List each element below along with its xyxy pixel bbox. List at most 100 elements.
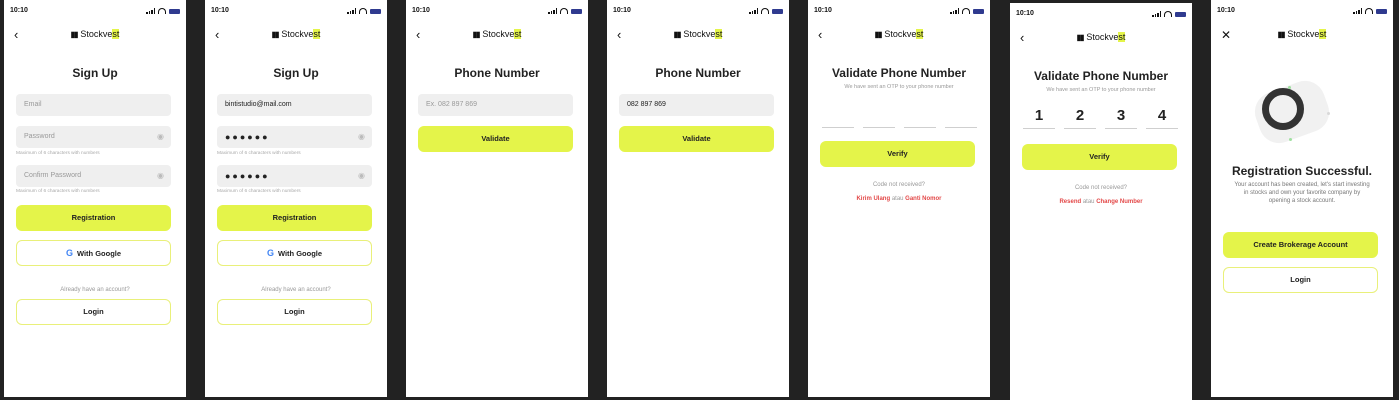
brand-logo: ▮▮ Stockvest (271, 29, 321, 39)
otp-input-3[interactable] (904, 127, 936, 128)
wifi-icon (560, 8, 568, 14)
password-field[interactable]: ●●●●●● ◉ (217, 126, 372, 148)
page-subtitle: We have sent an OTP to your phone number (844, 84, 954, 90)
logo-icon: ▮▮ (673, 30, 682, 39)
page-title: Sign Up (72, 66, 118, 80)
wifi-icon (962, 8, 970, 14)
battery-icon (169, 8, 180, 14)
brand-logo: ▮▮ Stockvest (673, 29, 723, 39)
password-field[interactable]: Password ◉ (16, 126, 171, 148)
signal-icon (347, 8, 356, 14)
screen-otp-empty: 10:10 ‹ ▮▮ Stockvest Validate Phone Numbe… (808, 0, 990, 397)
status-bar: 10:10 (412, 5, 582, 17)
otp-input-4[interactable]: 4 (1146, 107, 1178, 129)
brand-logo: ▮▮ Stockvest (1277, 29, 1327, 39)
validate-button[interactable]: Validate (619, 126, 774, 152)
screens-canvas: 10:10 ‹ ▮▮ Stockvest Sign Up Email Passwo… (0, 0, 1399, 400)
battery-icon (571, 8, 582, 14)
phone-field[interactable]: Ex. 082 897 869 (418, 94, 573, 116)
signal-icon (950, 8, 959, 14)
success-description: Your account has been created, let's sta… (1234, 182, 1370, 204)
logo-icon: ▮▮ (1076, 33, 1085, 42)
login-button[interactable]: Login (16, 299, 171, 325)
page-title: Phone Number (454, 66, 540, 80)
wifi-icon (158, 8, 166, 14)
battery-icon (1376, 8, 1387, 14)
brand-logo: ▮▮ Stockvest (70, 29, 120, 39)
validate-button[interactable]: Validate (418, 126, 573, 152)
sparkle-icon (1327, 112, 1330, 115)
phone-field[interactable]: 082 897 869 (619, 94, 774, 116)
have-account-text: Already have an account? (261, 287, 331, 293)
screen-otp-filled: 10:10 ‹ ▮▮ Stockvest Validate Phone Numbe… (1010, 3, 1192, 400)
battery-icon (772, 8, 783, 14)
signal-icon (548, 8, 557, 14)
google-button[interactable]: G With Google (16, 240, 171, 266)
eye-icon[interactable]: ◉ (358, 126, 365, 148)
logo-icon: ▮▮ (874, 30, 883, 39)
otp-input-3[interactable]: 3 (1105, 107, 1137, 129)
status-bar: 10:10 (1016, 8, 1186, 20)
eye-icon[interactable]: ◉ (157, 126, 164, 148)
screen-sign-up-empty: 10:10 ‹ ▮▮ Stockvest Sign Up Email Passwo… (4, 0, 186, 397)
signal-icon (1353, 8, 1362, 14)
login-button[interactable]: Login (1223, 267, 1378, 293)
brand-logo: ▮▮ Stockvest (1076, 32, 1126, 42)
status-time: 10:10 (10, 7, 28, 14)
otp-links: Resend atau Change Number (1059, 199, 1143, 205)
change-number-link[interactable]: Ganti Nomor (905, 196, 941, 202)
status-bar: 10:10 (1217, 5, 1387, 17)
logo-icon: ▮▮ (472, 30, 481, 39)
password-hint: Maximum of 6 characters with numbers (217, 151, 301, 156)
otp-input-2[interactable] (863, 127, 895, 128)
status-bar: 10:10 (211, 5, 381, 17)
otp-input-1[interactable]: 1 (1023, 107, 1055, 129)
wifi-icon (359, 8, 367, 14)
email-field[interactable]: bintistudio@mail.com (217, 94, 372, 116)
confirm-password-hint: Maximum of 6 characters with numbers (16, 189, 100, 194)
have-account-text: Already have an account? (60, 287, 130, 293)
confirm-password-field[interactable]: ●●●●●● ◉ (217, 165, 372, 187)
status-time: 10:10 (211, 7, 229, 14)
page-title: Phone Number (655, 66, 741, 80)
google-button[interactable]: G With Google (217, 240, 372, 266)
registration-button[interactable]: Registration (217, 205, 372, 231)
otp-input-2[interactable]: 2 (1064, 107, 1096, 129)
login-button[interactable]: Login (217, 299, 372, 325)
screen-registration-success: 10:10 ✕ ▮▮ Stockvest Registration Success… (1211, 0, 1393, 397)
email-field[interactable]: Email (16, 94, 171, 116)
verify-button[interactable]: Verify (1022, 144, 1177, 170)
page-title: Registration Successful. (1231, 164, 1373, 178)
google-icon: G (266, 248, 274, 258)
battery-icon (973, 8, 984, 14)
status-time: 10:10 (412, 7, 430, 14)
page-subtitle: We have sent an OTP to your phone number (1046, 87, 1156, 93)
otp-input-4[interactable] (945, 127, 977, 128)
create-brokerage-account-button[interactable]: Create Brokerage Account (1223, 232, 1378, 258)
wifi-icon (761, 8, 769, 14)
battery-icon (370, 8, 381, 14)
signal-icon (749, 8, 758, 14)
verify-button[interactable]: Verify (820, 141, 975, 167)
logo-icon: ▮▮ (271, 30, 280, 39)
page-title: Validate Phone Number (831, 66, 967, 80)
resend-link[interactable]: Kirim Ulang (856, 196, 890, 202)
battery-icon (1175, 11, 1186, 17)
screen-sign-up-filled: 10:10 ‹ ▮▮ Stockvest Sign Up bintistudio@… (205, 0, 387, 397)
code-not-received-text: Code not received? (872, 182, 926, 188)
otp-input-1[interactable] (822, 127, 854, 128)
otp-links: Kirim Ulang atau Ganti Nomor (856, 196, 942, 202)
status-bar: 10:10 (814, 5, 984, 17)
change-number-link[interactable]: Change Number (1096, 199, 1142, 205)
resend-link[interactable]: Resend (1059, 199, 1081, 205)
wifi-icon (1164, 11, 1172, 17)
logo-icon: ▮▮ (70, 30, 79, 39)
eye-icon[interactable]: ◉ (358, 165, 365, 187)
confirm-password-field[interactable]: Confirm Password ◉ (16, 165, 171, 187)
eye-icon[interactable]: ◉ (157, 165, 164, 187)
status-time: 10:10 (814, 7, 832, 14)
screen-phone-empty: 10:10 ‹ ▮▮ Stockvest Phone Number Ex. 082… (406, 0, 588, 397)
wifi-icon (1365, 8, 1373, 14)
page-title: Validate Phone Number (1033, 69, 1169, 83)
registration-button[interactable]: Registration (16, 205, 171, 231)
